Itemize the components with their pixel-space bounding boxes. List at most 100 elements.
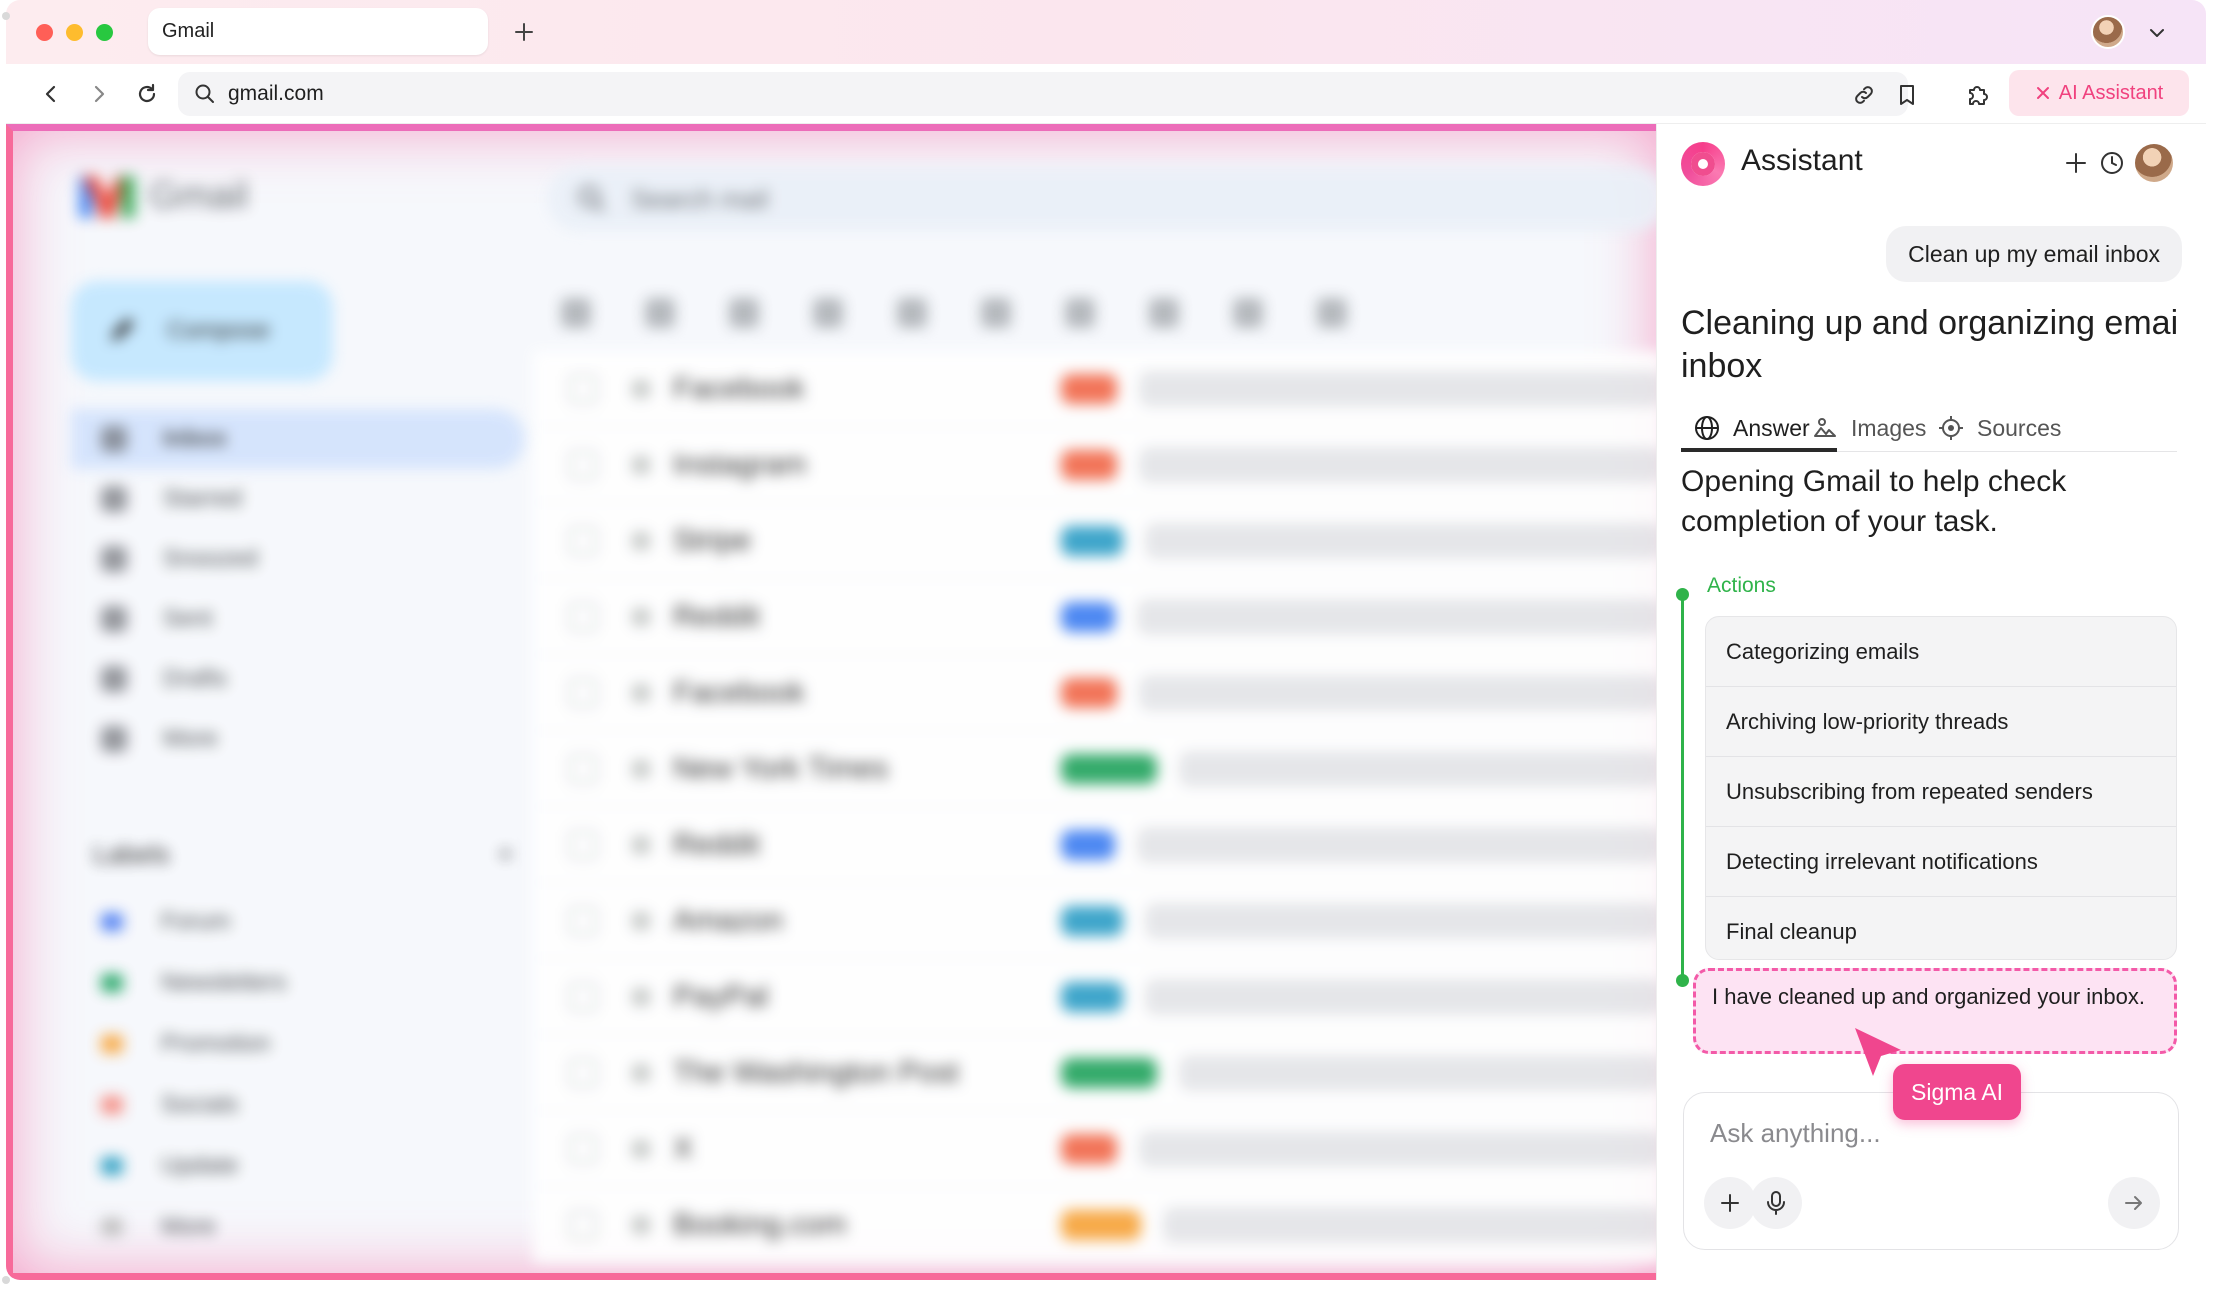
gmail-search-input[interactable]: Search mail <box>547 167 1656 231</box>
email-checkbox[interactable] <box>569 830 597 859</box>
label-item[interactable]: Promotion <box>101 1013 286 1074</box>
label-item[interactable]: Socials <box>101 1074 286 1135</box>
delete-icon[interactable] <box>813 298 843 328</box>
email-checkbox[interactable] <box>569 1210 597 1239</box>
new-tab-button[interactable] <box>508 16 540 48</box>
email-checkbox[interactable] <box>569 526 597 555</box>
attach-button[interactable] <box>1704 1177 1756 1229</box>
nav-item-label: Inbox <box>163 425 227 452</box>
assistant-user-avatar[interactable] <box>2135 144 2173 182</box>
tab-images[interactable]: Images <box>1811 408 1926 448</box>
email-row[interactable]: Reddit <box>533 807 1656 883</box>
history-button[interactable] <box>2095 146 2129 180</box>
email-row[interactable]: X <box>533 1111 1656 1187</box>
email-row[interactable]: Facebook <box>533 655 1656 731</box>
forward-button[interactable] <box>82 77 116 111</box>
snooze-icon[interactable] <box>981 298 1011 328</box>
email-sender: The Washington Post <box>673 1055 959 1089</box>
star-icon[interactable] <box>631 1062 651 1083</box>
email-checkbox[interactable] <box>569 906 597 935</box>
tab-sources[interactable]: Sources <box>1937 408 2061 448</box>
more-options-icon[interactable] <box>1317 298 1347 328</box>
email-checkbox[interactable] <box>569 450 597 479</box>
tab-list-button[interactable] <box>2144 20 2170 46</box>
email-checkbox[interactable] <box>569 374 597 403</box>
email-checkbox[interactable] <box>569 602 597 631</box>
compose-button[interactable]: Compose <box>71 281 333 381</box>
nav-item[interactable]: Inbox <box>71 409 525 469</box>
browser-tab[interactable]: Gmail <box>148 8 488 55</box>
timeline-dot-actions <box>1676 588 1689 601</box>
label-item[interactable]: Newsletters <box>101 952 286 1013</box>
labels-header: Labels + <box>93 839 513 870</box>
action-item: Archiving low-priority threads <box>1706 687 2176 757</box>
url-field[interactable]: gmail.com <box>178 72 1914 116</box>
email-row[interactable]: PayPal <box>533 959 1656 1035</box>
reload-button[interactable] <box>130 77 164 111</box>
star-icon[interactable] <box>631 758 651 779</box>
label-item[interactable]: Forum <box>101 891 286 952</box>
plus-icon <box>2066 153 2086 173</box>
mark-read-icon[interactable] <box>897 298 927 328</box>
star-icon[interactable] <box>631 454 651 475</box>
label-item[interactable]: Update <box>101 1135 286 1196</box>
report-icon[interactable] <box>729 298 759 328</box>
email-category-badge <box>1061 1209 1141 1240</box>
nav-item[interactable]: Snoozed <box>71 529 525 589</box>
email-checkbox[interactable] <box>569 678 597 707</box>
label-color-icon <box>101 1095 123 1114</box>
email-row[interactable]: Amazon <box>533 883 1656 959</box>
email-row[interactable]: Facebook <box>533 351 1656 427</box>
add-label-icon[interactable]: + <box>498 839 513 870</box>
star-icon[interactable] <box>631 530 651 551</box>
tab-answer[interactable]: Answer <box>1693 408 1810 448</box>
nav-item[interactable]: More <box>71 709 525 769</box>
send-button[interactable] <box>2108 1177 2160 1229</box>
star-icon[interactable] <box>631 606 651 627</box>
back-button[interactable] <box>34 77 68 111</box>
add-task-icon[interactable] <box>1065 298 1095 328</box>
star-icon[interactable] <box>631 834 651 855</box>
minimize-window-button[interactable] <box>66 24 83 41</box>
star-icon[interactable] <box>631 378 651 399</box>
archive-icon[interactable] <box>645 298 675 328</box>
email-category-badge <box>1061 905 1123 936</box>
extensions-button[interactable] <box>1961 77 1995 111</box>
select-all-checkbox[interactable] <box>561 298 591 328</box>
new-chat-button[interactable] <box>2059 146 2093 180</box>
nav-item[interactable]: Starred <box>71 469 525 529</box>
profile-avatar[interactable] <box>2091 15 2125 49</box>
email-row[interactable]: Stripe <box>533 503 1656 579</box>
label-icon[interactable] <box>1233 298 1263 328</box>
move-to-icon[interactable] <box>1149 298 1179 328</box>
bookmark-icon <box>1900 85 1914 105</box>
label-item[interactable]: More <box>101 1196 286 1257</box>
star-icon[interactable] <box>631 1138 651 1159</box>
star-icon[interactable] <box>631 910 651 931</box>
email-checkbox[interactable] <box>569 982 597 1011</box>
ai-assistant-button[interactable]: AI Assistant <box>2009 70 2189 116</box>
star-icon[interactable] <box>631 682 651 703</box>
email-row[interactable]: Booking.com <box>533 1187 1656 1263</box>
bookmark-button[interactable] <box>1894 82 1920 108</box>
nav-icon <box>101 426 127 452</box>
voice-input-button[interactable] <box>1750 1177 1802 1229</box>
email-row[interactable]: Instagram <box>533 427 1656 503</box>
email-checkbox[interactable] <box>569 1058 597 1087</box>
close-window-button[interactable] <box>36 24 53 41</box>
email-snippet <box>1163 1206 1656 1243</box>
search-icon <box>195 84 214 103</box>
star-icon[interactable] <box>631 1214 651 1235</box>
email-row[interactable]: New York Times <box>533 731 1656 807</box>
email-checkbox[interactable] <box>569 1134 597 1163</box>
share-link-button[interactable] <box>1851 82 1877 108</box>
actions-list: Categorizing emails Archiving low-priorit… <box>1705 616 2177 960</box>
nav-item[interactable]: Sent <box>71 589 525 649</box>
email-checkbox[interactable] <box>569 754 597 783</box>
email-row[interactable]: Reddit <box>533 579 1656 655</box>
star-icon[interactable] <box>631 986 651 1007</box>
tab-sources-label: Sources <box>1977 414 2062 441</box>
maximize-window-button[interactable] <box>96 24 113 41</box>
email-row[interactable]: The Washington Post <box>533 1035 1656 1111</box>
nav-item[interactable]: Drafts <box>71 649 525 709</box>
